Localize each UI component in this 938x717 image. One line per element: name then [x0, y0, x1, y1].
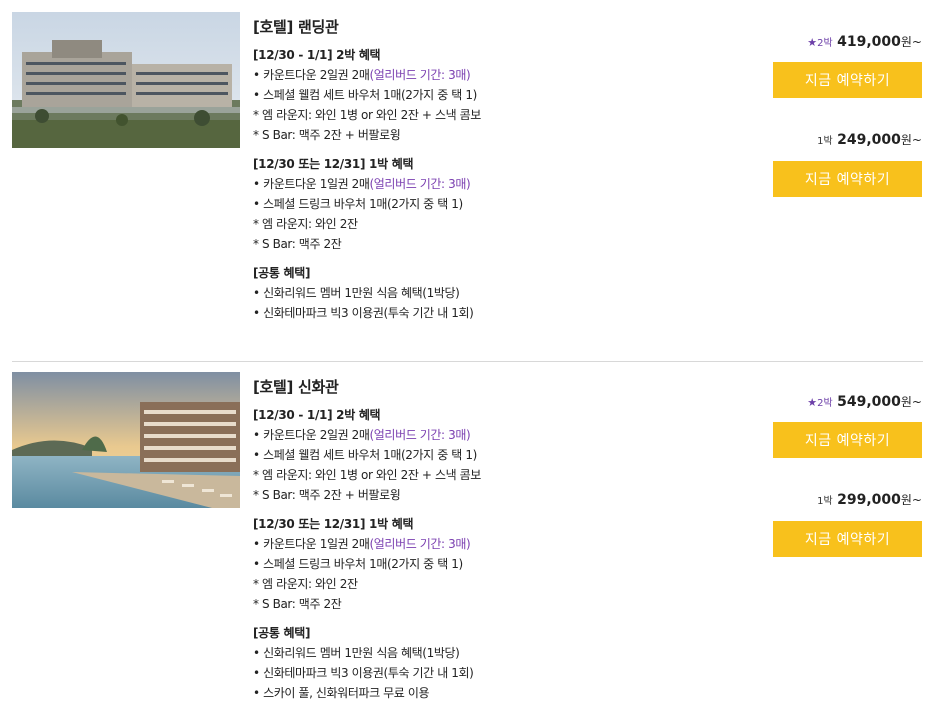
book-now-button[interactable]: 지금 예약하기 [773, 521, 922, 557]
benefit-line: * S Bar: 맥주 2잔 + 버팔로윙 [253, 488, 401, 502]
benefit-line: • 카운트다운 1일권 2매(얼리버드 기간: 3매) [253, 537, 471, 551]
hotel-photo-landing[interactable] [12, 12, 240, 148]
benefit-line: * S Bar: 맥주 2잔 [253, 237, 342, 251]
hotel-info-landing: [호텔] 랜딩관 [12/30 - 1/1] 2박 혜택 • 카운트다운 2일권… [253, 15, 753, 323]
hotel-photo-shinhwa[interactable] [12, 372, 240, 508]
hotel-info-shinhwa: [호텔] 신화관 [12/30 - 1/1] 2박 혜택 • 카운트다운 2일권… [253, 375, 753, 703]
star-icon: ★ [807, 36, 818, 49]
benefit-line: • 스페셜 드링크 바우처 1매(2가지 중 택 1) [253, 197, 463, 211]
benefit-line: • 신화리워드 멤버 1만원 식음 혜택(1박당) [253, 646, 460, 660]
benefit-line: • 스페셜 드링크 바우처 1매(2가지 중 택 1) [253, 557, 463, 571]
benefit-line: • 신화리워드 멤버 1만원 식음 혜택(1박당) [253, 286, 460, 300]
benefit-line: • 카운트다운 2일권 2매(얼리버드 기간: 3매) [253, 68, 471, 82]
hotel-title: [호텔] 랜딩관 [253, 18, 339, 36]
benefit-line: • 스페셜 웰컴 세트 바우처 1매(2가지 중 택 1) [253, 448, 477, 462]
benefit-line: * 엠 라운지: 와인 1병 or 와인 2잔 + 스낵 콤보 [253, 108, 481, 122]
price-1-night: 1박 299,000원~ [817, 492, 922, 508]
benefit-line: • 카운트다운 2일권 2매(얼리버드 기간: 3매) [253, 428, 471, 442]
section-heading: [공통 혜택] [253, 266, 311, 280]
benefit-line: • 신화테마파크 빅3 이용권(투숙 기간 내 1회) [253, 306, 474, 320]
benefit-line: • 스페셜 웰컴 세트 바우처 1매(2가지 중 택 1) [253, 88, 477, 102]
benefit-line: • 스카이 풀, 신화워터파크 무료 이용 [253, 686, 430, 700]
price-1-night: 1박 249,000원~ [817, 132, 922, 148]
book-now-button[interactable]: 지금 예약하기 [773, 62, 922, 98]
section-heading: [공통 혜택] [253, 626, 311, 640]
book-now-button[interactable]: 지금 예약하기 [773, 161, 922, 197]
section-heading: [12/30 또는 12/31] 1박 혜택 [253, 157, 414, 171]
price-2-nights: ★2박 419,000원~ [807, 34, 922, 50]
hotel-title: [호텔] 신화관 [253, 378, 339, 396]
benefit-line: * 엠 라운지: 와인 2잔 [253, 577, 358, 591]
price-2-nights: ★2박 549,000원~ [807, 394, 922, 410]
star-icon: ★ [807, 396, 818, 409]
offer-panel-landing: ★2박 419,000원~ 지금 예약하기 1박 249,000원~ 지금 예약… [762, 31, 922, 197]
benefit-line: • 카운트다운 1일권 2매(얼리버드 기간: 3매) [253, 177, 471, 191]
book-now-button[interactable]: 지금 예약하기 [773, 422, 922, 458]
offer-panel-shinhwa: ★2박 549,000원~ 지금 예약하기 1박 299,000원~ 지금 예약… [762, 391, 922, 557]
benefit-line: * S Bar: 맥주 2잔 + 버팔로윙 [253, 128, 401, 142]
benefit-line: * S Bar: 맥주 2잔 [253, 597, 342, 611]
section-heading: [12/30 또는 12/31] 1박 혜택 [253, 517, 414, 531]
benefit-line: * 엠 라운지: 와인 2잔 [253, 217, 358, 231]
section-heading: [12/30 - 1/1] 2박 혜택 [253, 48, 381, 62]
card-divider [12, 361, 923, 362]
benefit-line: • 신화테마파크 빅3 이용권(투숙 기간 내 1회) [253, 666, 474, 680]
benefit-line: * 엠 라운지: 와인 1병 or 와인 2잔 + 스낵 콤보 [253, 468, 481, 482]
section-heading: [12/30 - 1/1] 2박 혜택 [253, 408, 381, 422]
